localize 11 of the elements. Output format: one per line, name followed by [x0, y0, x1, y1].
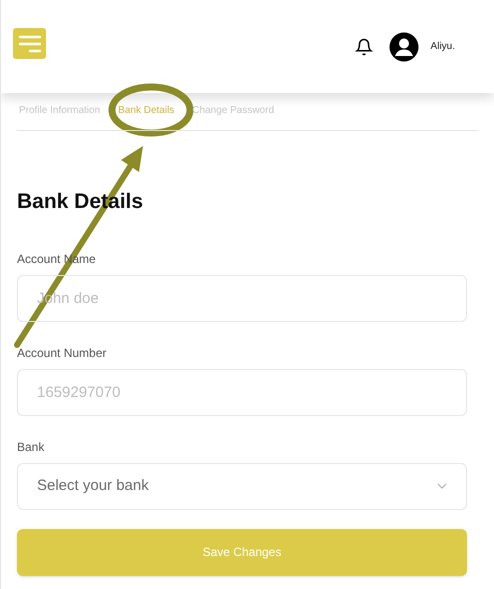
avatar-icon[interactable]	[388, 32, 419, 62]
field-label: Account Number	[17, 344, 108, 362]
bank-select[interactable]: Select your bank	[17, 462, 467, 510]
bell-icon[interactable]	[354, 36, 373, 56]
menu-icon	[19, 34, 41, 52]
save-button[interactable]: Save Changes	[17, 528, 467, 576]
input-field[interactable]: 1659297070	[17, 368, 467, 416]
tab[interactable]: Profile Information	[17, 103, 102, 118]
field-label: Bank	[17, 438, 46, 456]
chevron-down-icon	[437, 483, 447, 489]
user-name[interactable]: Aliyu.	[430, 39, 455, 54]
